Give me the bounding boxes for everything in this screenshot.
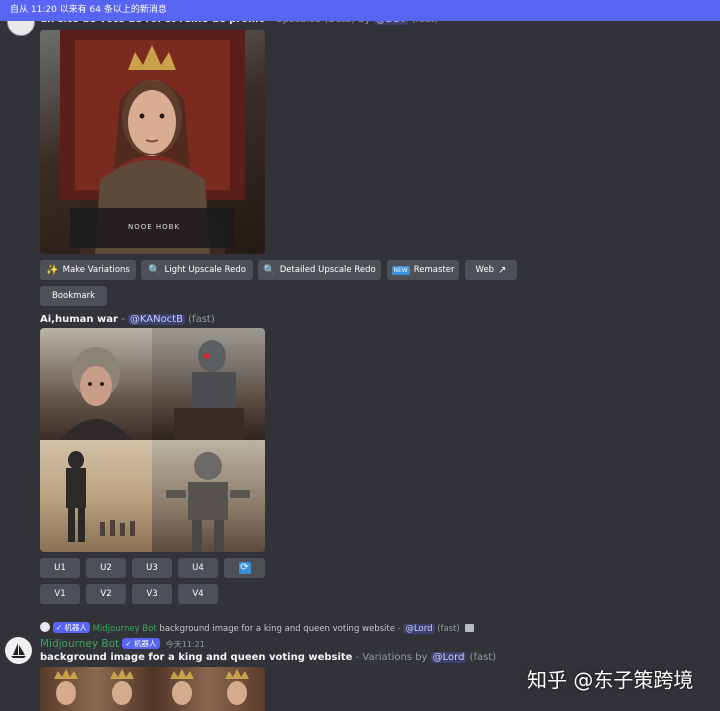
bot-badge: ✓ 机器人	[122, 638, 160, 649]
bookmark-button[interactable]: Bookmark	[40, 286, 107, 306]
grid-image-2[interactable]	[152, 328, 265, 440]
v2-button[interactable]: V2	[86, 584, 126, 604]
prompt-text: background image for a king and queen vo…	[40, 652, 353, 663]
watermark: 知乎 @东子策跨境	[527, 668, 694, 692]
variation-image-preview[interactable]	[40, 667, 265, 711]
new-badge-icon: NEW	[391, 265, 410, 275]
user-mention[interactable]: @Lord	[430, 652, 467, 663]
magnifier-icon: 🔍	[263, 264, 276, 276]
magnifier-icon: 🔍	[148, 264, 161, 276]
timestamp: 今天11:21	[165, 640, 205, 649]
u3-button[interactable]: U3	[132, 558, 172, 578]
image-overlay-text: NOOE HOBK	[128, 223, 181, 231]
v4-button[interactable]: V4	[178, 584, 218, 604]
grid-image-3[interactable]	[40, 440, 152, 552]
sailboat-icon	[11, 643, 26, 658]
message-title: Ai,human war - @KANoctB (fast)	[40, 314, 215, 325]
bot-message-content: background image for a king and queen vo…	[40, 652, 497, 663]
image-grid[interactable]	[40, 328, 265, 552]
new-messages-banner[interactable]: 自从 11:20 以来有 64 条以上的新消息	[0, 0, 720, 21]
u1-button[interactable]: U1	[40, 558, 80, 578]
external-link-icon: ↗	[498, 264, 507, 276]
bot-badge: ✓ 机器人	[52, 622, 90, 633]
light-upscale-redo-button[interactable]: 🔍 Light Upscale Redo	[141, 260, 253, 280]
reply-reference[interactable]: ✓ 机器人 Midjourney Bot background image fo…	[40, 622, 474, 634]
grid-image-4[interactable]	[152, 440, 265, 552]
queen-image[interactable]: NOOE HOBK	[40, 30, 265, 254]
v1-button[interactable]: V1	[40, 584, 80, 604]
bot-message-header: Midjourney Bot ✓ 机器人 今天11:21	[40, 638, 205, 650]
make-variations-button[interactable]: ✨ Make Variations	[40, 260, 136, 280]
reroll-button[interactable]: ⟳	[224, 558, 265, 578]
refresh-icon: ⟳	[238, 562, 251, 574]
detailed-upscale-redo-button[interactable]: 🔍 Detailed Upscale Redo	[258, 260, 381, 280]
reply-author[interactable]: Midjourney Bot	[93, 624, 157, 634]
user-mention[interactable]: @KANoctB	[127, 314, 185, 325]
web-link-button[interactable]: Web ↗	[465, 260, 517, 280]
image-icon	[464, 624, 474, 632]
banner-text: 自从 11:20 以来有 64 条以上的新消息	[10, 5, 167, 15]
u2-button[interactable]: U2	[86, 558, 126, 578]
remaster-button[interactable]: NEW Remaster	[387, 260, 459, 280]
author-name[interactable]: Midjourney Bot	[40, 638, 119, 650]
magic-wand-icon: ✨	[46, 264, 59, 276]
reply-avatar-icon	[40, 622, 50, 632]
u4-button[interactable]: U4	[178, 558, 218, 578]
user-mention[interactable]: @Lord	[403, 624, 435, 634]
grid-image-1[interactable]	[40, 328, 152, 440]
bot-avatar[interactable]	[5, 637, 32, 664]
v3-button[interactable]: V3	[132, 584, 172, 604]
prompt-text: Ai,human war	[40, 314, 118, 325]
